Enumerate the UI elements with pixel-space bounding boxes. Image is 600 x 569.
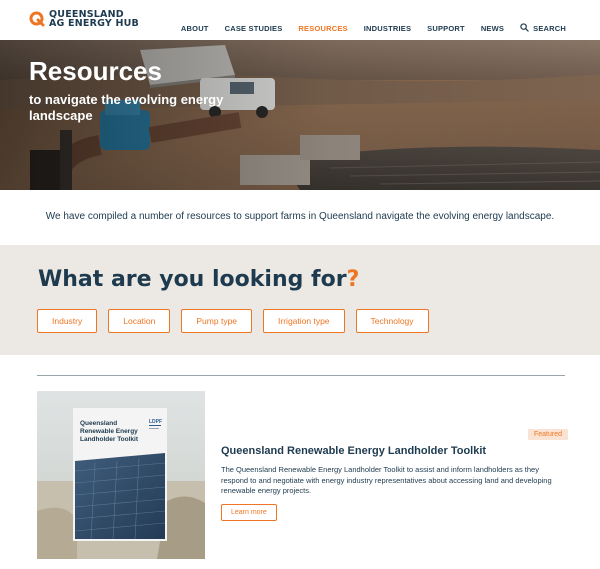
nav-case-studies[interactable]: CASE STUDIES (225, 24, 283, 33)
filter-pump-type-button[interactable]: Pump type (181, 309, 253, 333)
cover-title-line-3: Landholder Toolkit (80, 436, 139, 443)
resource-cover-image: Queensland Renewable Energy Landholder T… (37, 391, 205, 559)
filter-section: What are you looking for? Industry Locat… (0, 245, 600, 355)
logo-line-2: AG ENERGY HUB (49, 18, 139, 29)
nav-industries[interactable]: INDUSTRIES (364, 24, 411, 33)
resource-description: The Queensland Renewable Energy Landhold… (221, 465, 552, 495)
filter-chips: Industry Location Pump type Irrigation t… (37, 309, 440, 333)
nav-about[interactable]: ABOUT (181, 24, 209, 33)
site-logo[interactable]: QUEENSLAND AG ENERGY HUB (29, 10, 139, 28)
filter-heading-mark: ? (346, 267, 360, 292)
filter-heading: What are you looking for? (38, 267, 359, 292)
resource-title[interactable]: Queensland Renewable Energy Landholder T… (221, 445, 486, 457)
resource-thumbnail[interactable]: Queensland Renewable Energy Landholder T… (37, 391, 205, 559)
intro-text: We have compiled a number of resources t… (45, 211, 555, 222)
site-header: QUEENSLAND AG ENERGY HUB ABOUT CASE STUD… (0, 0, 600, 40)
cover-title-line-2: Renewable Energy (80, 428, 138, 435)
page-subtitle: to navigate the evolving energy landscap… (29, 92, 224, 123)
filter-heading-text: What are you looking for (38, 267, 347, 292)
featured-badge: Featured (528, 429, 569, 440)
page-title: Resources (29, 56, 162, 86)
search-button[interactable]: SEARCH (520, 19, 566, 37)
section-divider (37, 375, 565, 376)
nav-news[interactable]: NEWS (481, 24, 504, 33)
main-nav: ABOUT CASE STUDIES RESOURCES INDUSTRIES … (165, 19, 566, 37)
search-icon (520, 19, 529, 37)
logo-q-icon (29, 11, 45, 27)
filter-industry-button[interactable]: Industry (37, 309, 98, 333)
search-label: SEARCH (533, 23, 566, 33)
nav-support[interactable]: SUPPORT (427, 24, 465, 33)
nav-resources[interactable]: RESOURCES (298, 24, 347, 33)
filter-technology-button[interactable]: Technology (355, 309, 429, 333)
filter-irrigation-type-button[interactable]: Irrigation type (263, 309, 345, 333)
logo-wordmark: QUEENSLAND AG ENERGY HUB (49, 10, 139, 29)
cover-logo: LDPF (149, 419, 162, 425)
hero-banner: Resources to navigate the evolving energ… (0, 40, 600, 190)
filter-location-button[interactable]: Location (108, 309, 171, 333)
cover-title-line-1: Queensland (80, 420, 117, 427)
learn-more-button[interactable]: Learn more (221, 504, 277, 521)
